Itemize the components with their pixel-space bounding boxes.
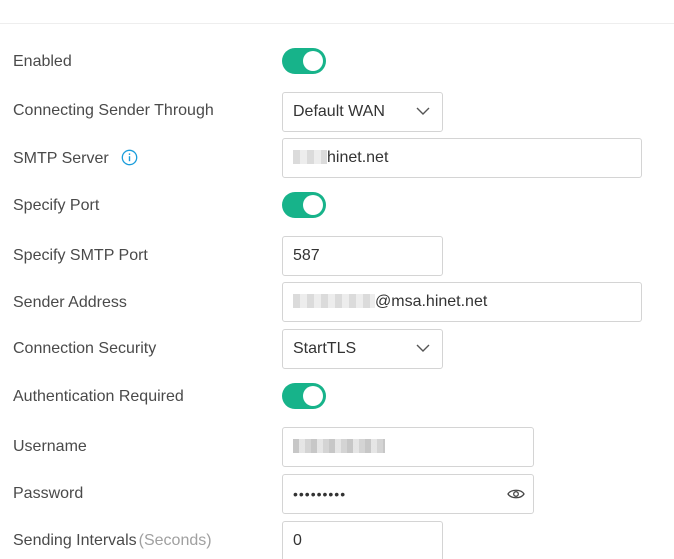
specify-port-toggle[interactable] (282, 192, 326, 218)
specify-port-label: Specify Port (13, 197, 100, 214)
smtp-server-value: hinet.net (327, 149, 389, 166)
toggle-knob (303, 386, 323, 406)
smtp-server-input[interactable]: hinet.net (282, 138, 642, 178)
username-input[interactable] (282, 427, 534, 467)
smtp-server-label: SMTP Server (13, 150, 109, 167)
sending-intervals-unit: (Seconds) (138, 532, 212, 549)
connection-security-value: StartTLS (293, 340, 357, 357)
toggle-knob (303, 51, 323, 71)
connecting-through-label: Connecting Sender Through (13, 102, 214, 119)
smtp-port-label: Specify SMTP Port (13, 247, 148, 264)
sending-intervals-value: 0 (293, 532, 302, 549)
connecting-through-select[interactable]: Default WAN (282, 92, 443, 132)
chevron-down-icon (416, 107, 430, 115)
info-circle-icon[interactable] (121, 149, 138, 166)
password-label: Password (13, 485, 84, 502)
connection-security-label: Connection Security (13, 340, 157, 357)
password-masked-value: ••••••••• (293, 486, 347, 502)
eye-icon[interactable] (507, 487, 525, 501)
enabled-toggle[interactable] (282, 48, 326, 74)
redacted-text (293, 439, 385, 453)
chevron-down-icon (416, 344, 430, 352)
sender-address-input[interactable]: @msa.hinet.net (282, 282, 642, 322)
sender-address-label: Sender Address (13, 294, 127, 311)
redacted-text (293, 294, 375, 308)
connection-security-select[interactable]: StartTLS (282, 329, 443, 369)
username-label: Username (13, 438, 87, 455)
auth-required-toggle[interactable] (282, 383, 326, 409)
toggle-knob (303, 195, 323, 215)
sending-intervals-label: Sending Intervals (13, 532, 137, 549)
connecting-through-value: Default WAN (293, 103, 385, 120)
smtp-port-value: 587 (293, 247, 320, 264)
sending-intervals-label-wrap: Sending Intervals (Seconds) (13, 531, 212, 551)
sender-address-value: @msa.hinet.net (375, 293, 488, 310)
redacted-text (293, 150, 327, 164)
top-divider (0, 23, 674, 24)
password-input[interactable]: ••••••••• (282, 474, 534, 514)
sending-intervals-input[interactable]: 0 (282, 521, 443, 559)
enabled-label: Enabled (13, 53, 72, 70)
smtp-server-label-wrap: SMTP Server (13, 149, 138, 169)
smtp-port-input[interactable]: 587 (282, 236, 443, 276)
auth-required-label: Authentication Required (13, 388, 184, 405)
